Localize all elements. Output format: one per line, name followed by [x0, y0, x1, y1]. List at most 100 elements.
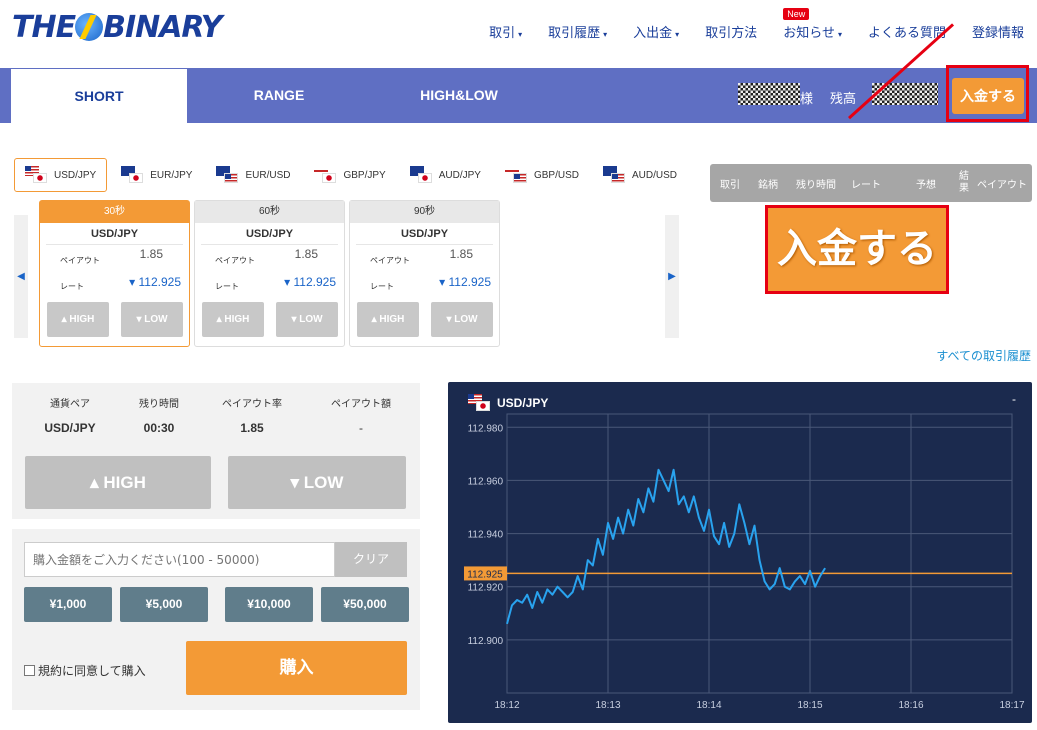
nav-item-label: 取引 [489, 25, 516, 40]
tab-range[interactable]: RANGE [190, 68, 368, 123]
nav-item-2[interactable]: 入出金 ▾ [620, 22, 692, 41]
card-rate-label: レート [370, 282, 394, 291]
site-header: THE BINARY 取引 ▾ 取引履歴 ▾ 入出金 ▾ 取引方法 お知らせ ▾ New よくある質問… [0, 0, 1037, 68]
trade-info-panel: 通貨ペア 残り時間 ペイアウト率 ペイアウト額 USD/JPY 00:30 1.… [12, 383, 420, 519]
nav-item-1[interactable]: 取引履歴 ▾ [535, 22, 620, 41]
pair-flag-icon [409, 166, 434, 184]
pair-flag-icon [504, 166, 529, 184]
agree-terms: 規約に同意して購入 [24, 662, 146, 679]
pair-gbp-jpy[interactable]: GBP/JPY [304, 158, 395, 192]
chevron-down-icon: ▾ [518, 30, 523, 39]
card-rate-label: レート [60, 282, 84, 291]
y-tick-label: 112.940 [468, 530, 504, 541]
x-tick-label: 18:15 [797, 700, 822, 711]
pair-flag-icon [25, 166, 49, 184]
amount-50000-button[interactable]: ¥50,000 [321, 587, 409, 622]
option-card[interactable]: 60秒 USD/JPY ペイアウト 1.85 レート ▾ 112.925 ▴ HIGH ▾ L… [194, 200, 345, 347]
card-high-button[interactable]: ▴ HIGH [357, 302, 419, 337]
card-period: 60秒 [195, 201, 344, 223]
chevron-down-icon: ▾ [675, 30, 680, 39]
x-tick-label: 18:13 [595, 700, 620, 711]
amount-1000-button[interactable]: ¥1,000 [24, 587, 112, 622]
pair-label: USD/JPY [54, 169, 97, 181]
card-payout-value: 1.85 [139, 247, 163, 261]
nav-item-label: 取引履歴 [548, 25, 601, 40]
card-payout-label: ペイアウト [60, 256, 100, 265]
site-logo[interactable]: THE BINARY [12, 10, 223, 45]
card-high-button[interactable]: ▴ HIGH [202, 302, 264, 337]
card-high-button[interactable]: ▴ HIGH [47, 302, 109, 337]
low-button[interactable]: ▾ LOW [228, 456, 406, 509]
card-low-button[interactable]: ▾ LOW [121, 302, 183, 337]
trade-table-header-cell: ペイアウト [977, 179, 1027, 191]
price-chart-panel: 112.980 112.960 112.940 112.920 112.900 18:12… [448, 382, 1032, 723]
price-chart: 112.980 112.960 112.940 112.920 112.900 18:12… [464, 413, 1025, 711]
all-history-link[interactable]: すべての取引履歴 [936, 347, 1031, 364]
x-tick-label: 18:16 [898, 700, 923, 711]
card-period: 30秒 [40, 201, 189, 223]
agree-label: 規約に同意して購入 [38, 664, 146, 678]
chart-pair-flag-icon [468, 394, 492, 412]
info-label-remaining: 残り時間 [139, 399, 179, 410]
tab-short[interactable]: SHORT [10, 68, 188, 123]
card-payout-value: 1.85 [449, 247, 473, 261]
card-pair: USD/JPY [46, 223, 183, 245]
nav-item-4[interactable]: お知らせ ▾ New [770, 8, 855, 41]
tab-high-low[interactable]: HIGH&LOW [370, 68, 548, 123]
trade-table-header-cell: 予想 [916, 179, 936, 191]
info-value-pair: USD/JPY [44, 421, 96, 435]
card-low-button[interactable]: ▾ LOW [276, 302, 338, 337]
chart-corner-text: - [1012, 392, 1016, 406]
chevron-down-icon: ▾ [837, 30, 842, 39]
info-label-payout-rate: ペイアウト率 [222, 399, 282, 410]
info-label-pair: 通貨ペア [50, 399, 90, 410]
highlight-frame [946, 65, 1029, 122]
pair-label: GBP/JPY [343, 169, 386, 181]
card-rate-value: ▾ 112.925 [129, 275, 181, 289]
y-tick-label: 112.980 [468, 423, 504, 434]
chevron-down-icon: ▾ [603, 30, 608, 39]
new-badge: New [783, 8, 810, 20]
pair-flag-icon [314, 166, 338, 184]
nav-item-3[interactable]: 取引方法 [692, 22, 770, 41]
option-card[interactable]: 30秒 USD/JPY ペイアウト 1.85 レート ▾ 112.925 ▴ HIGH ▾ L… [39, 200, 190, 347]
cards-next-arrow[interactable]: ▶ [665, 215, 679, 338]
nav-item-0[interactable]: 取引 ▾ [476, 22, 535, 41]
account-honorific: 様 [800, 91, 814, 106]
option-card[interactable]: 90秒 USD/JPY ペイアウト 1.85 レート ▾ 112.925 ▴ HIGH ▾ L… [349, 200, 500, 347]
nav-item-label: 取引方法 [705, 25, 758, 40]
logo-ball-icon [75, 13, 104, 41]
chart-title-text: USD/JPY [497, 396, 549, 410]
card-period: 90秒 [350, 201, 499, 223]
pair-eur-jpy[interactable]: EUR/JPY [111, 158, 202, 192]
amount-10000-button[interactable]: ¥10,000 [225, 587, 313, 622]
purchase-panel: クリア ¥1,000 ¥5,000 ¥10,000 ¥50,000 規約に同意し… [12, 529, 420, 710]
clear-button[interactable]: クリア [335, 542, 407, 577]
pair-eur-usd[interactable]: EUR/USD [206, 158, 300, 192]
pair-aud-jpy[interactable]: AUD/JPY [400, 158, 491, 192]
card-rate-value: ▾ 112.925 [284, 275, 336, 289]
pair-label: AUD/JPY [438, 169, 481, 181]
deposit-callout: 入金する [765, 205, 949, 294]
nav-item-label: 登録情報 [971, 25, 1024, 40]
pair-label: EUR/USD [245, 169, 291, 181]
high-button[interactable]: ▴ HIGH [25, 456, 211, 509]
pair-flag-icon [602, 166, 627, 184]
nav-item-6[interactable]: 登録情報 [959, 22, 1037, 41]
amount-input[interactable] [24, 542, 335, 577]
currency-pair-selector: USD/JPY EUR/JPY EUR/USD GBP/JPY AUD/JPY GBP/U… [14, 158, 691, 192]
amount-5000-button[interactable]: ¥5,000 [120, 587, 208, 622]
pair-flag-icon [121, 166, 145, 184]
cards-prev-arrow[interactable]: ◀ [14, 215, 28, 338]
current-rate-label: 112.925 [467, 569, 503, 580]
info-value-payout-rate: 1.85 [240, 421, 264, 435]
pair-aud-usd[interactable]: AUD/USD [593, 158, 687, 192]
buy-button[interactable]: 購入 [186, 641, 407, 695]
card-payout-label: ペイアウト [370, 256, 410, 265]
info-value-payout-amount: - [359, 421, 363, 435]
nav-item-label: 入出金 [633, 25, 673, 40]
agree-checkbox[interactable] [24, 665, 35, 676]
pair-usd-jpy[interactable]: USD/JPY [14, 158, 108, 192]
card-low-button[interactable]: ▾ LOW [431, 302, 493, 337]
pair-gbp-usd[interactable]: GBP/USD [495, 158, 589, 192]
